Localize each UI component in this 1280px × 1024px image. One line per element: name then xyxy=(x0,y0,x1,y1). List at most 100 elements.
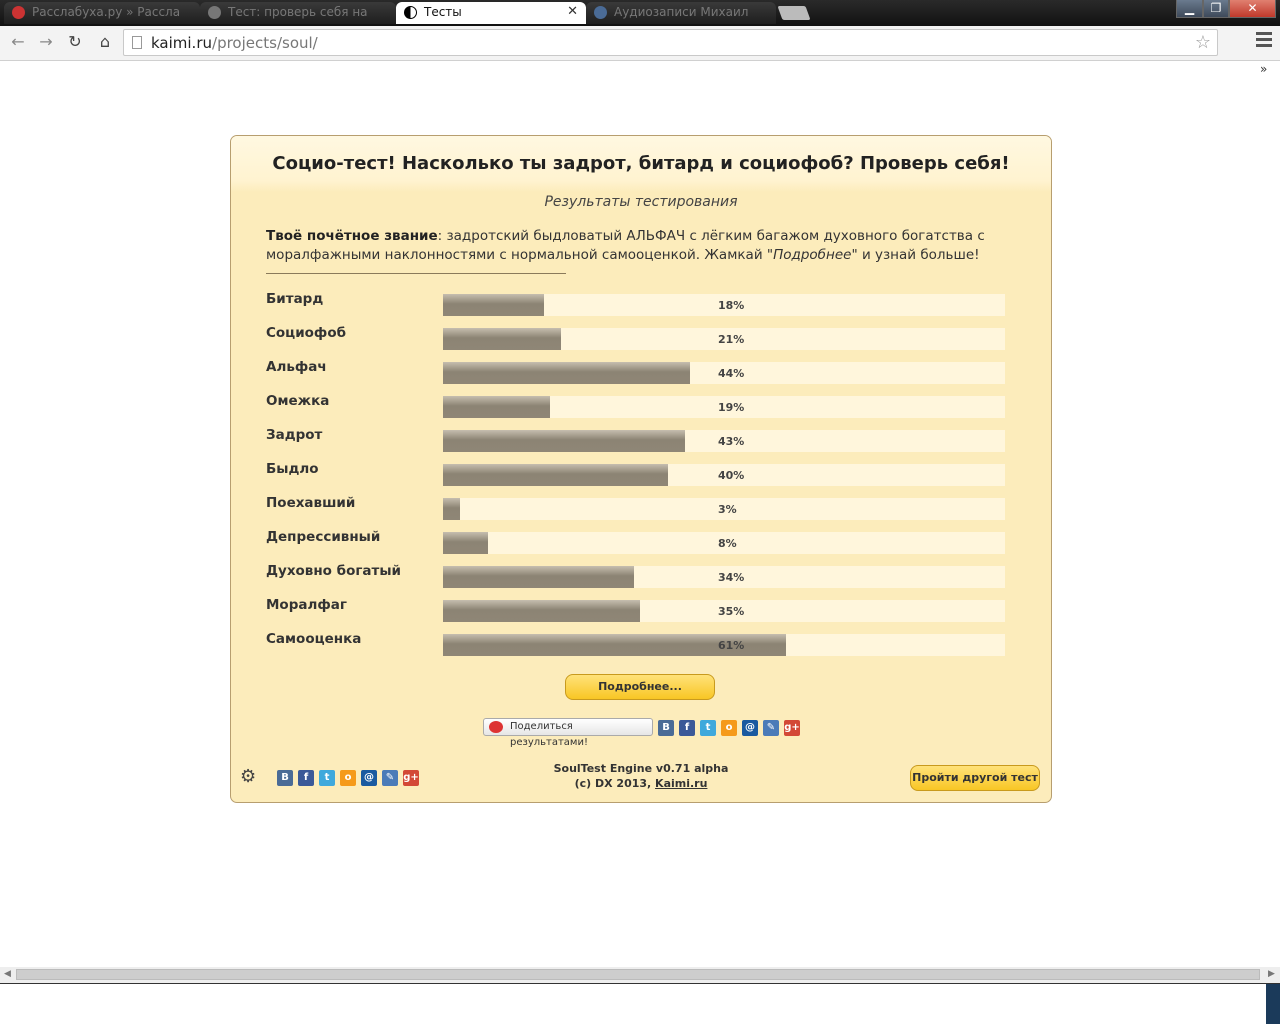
result-label: Духовно богатый xyxy=(266,563,402,579)
result-bar-track: 43% xyxy=(443,430,1005,452)
result-percent: 34% xyxy=(718,571,745,584)
twitter-icon[interactable]: t xyxy=(700,720,716,736)
restore-button[interactable]: ❐ xyxy=(1203,0,1229,18)
result-label: Социофоб xyxy=(266,325,347,341)
result-label: Моралфаг xyxy=(266,597,347,613)
taskbar-edge xyxy=(0,983,1280,984)
tab-audio[interactable]: Аудиозаписи Михаил xyxy=(586,2,776,24)
tab-label: Тест: проверь себя на xyxy=(228,5,368,19)
result-bar-fill xyxy=(443,328,561,350)
scroll-right-icon[interactable]: ▶ xyxy=(1268,969,1275,979)
result-percent: 44% xyxy=(718,367,745,380)
tab-favicon-icon xyxy=(12,6,25,19)
vkontakte-icon[interactable]: В xyxy=(658,720,674,736)
result-percent: 21% xyxy=(718,333,745,346)
more-button[interactable]: Подробнее... xyxy=(565,674,715,700)
result-bar-fill xyxy=(443,532,488,554)
result-bar-track: 18% xyxy=(443,294,1005,316)
result-bar-fill xyxy=(443,498,460,520)
forward-icon[interactable]: → xyxy=(34,30,58,54)
rank-label: Твоё почётное звание xyxy=(266,228,438,244)
result-row: Альфач 44% xyxy=(266,359,1006,384)
share-label: Поделиться результатами! xyxy=(510,721,588,748)
tab-rasslabukha[interactable]: Расслабуха.ру » Рассла xyxy=(4,2,200,24)
result-bar-fill xyxy=(443,396,550,418)
result-label: Депрессивный xyxy=(266,529,381,545)
tab-test-check[interactable]: Тест: проверь себя на xyxy=(200,2,396,24)
result-label: Битард xyxy=(266,291,324,307)
result-row: Духовно богатый 34% xyxy=(266,563,1006,588)
result-bar-fill xyxy=(443,464,668,486)
page-icon xyxy=(132,36,142,49)
back-icon[interactable]: ← xyxy=(6,30,30,54)
result-bar-fill xyxy=(443,566,634,588)
result-bar-fill xyxy=(443,600,640,622)
tab-label: Аудиозаписи Михаил xyxy=(614,5,749,19)
result-row: Задрот 43% xyxy=(266,427,1006,452)
result-percent: 61% xyxy=(718,639,745,652)
result-percent: 18% xyxy=(718,299,745,312)
address-bar[interactable]: kaimi.ru/projects/soul/ ☆ xyxy=(123,29,1218,56)
result-bar-fill xyxy=(443,430,685,452)
close-tab-icon[interactable]: ✕ xyxy=(567,4,578,19)
tab-tests[interactable]: Тесты ✕ xyxy=(396,2,586,24)
result-percent: 40% xyxy=(718,469,745,482)
result-label: Омежка xyxy=(266,393,330,409)
divider xyxy=(266,273,566,274)
rank-more-word: Подробнее xyxy=(773,247,852,263)
tab-strip: Расслабуха.ру » Рассла Тест: проверь себ… xyxy=(0,0,1280,26)
rank-tail: " и узнай больше! xyxy=(851,247,980,263)
result-row: Поехавший 3% xyxy=(266,495,1006,520)
kaimi-link[interactable]: Kaimi.ru xyxy=(655,777,707,790)
tab-label: Расслабуха.ру » Рассла xyxy=(32,5,181,19)
result-row: Моралфаг 35% xyxy=(266,597,1006,622)
result-row: Битард 18% xyxy=(266,291,1006,316)
result-label: Задрот xyxy=(266,427,323,443)
result-label: Альфач xyxy=(266,359,327,375)
result-percent: 3% xyxy=(718,503,737,516)
url-text: kaimi.ru/projects/soul/ xyxy=(151,34,318,52)
minimize-button[interactable]: ▁ xyxy=(1176,0,1203,18)
home-icon[interactable]: ⌂ xyxy=(93,30,117,54)
result-row: Омежка 19% xyxy=(266,393,1006,418)
result-percent: 8% xyxy=(718,537,737,550)
result-label: Быдло xyxy=(266,461,319,477)
result-row: Депрессивный 8% xyxy=(266,529,1006,554)
tab-favicon-icon xyxy=(208,6,221,19)
odnoklassniki-icon[interactable]: o xyxy=(721,720,737,736)
result-bar-track: 44% xyxy=(443,362,1005,384)
take-another-test-button[interactable]: Пройти другой тест xyxy=(910,765,1040,791)
result-bar-track: 35% xyxy=(443,600,1005,622)
rank-description: Твоё почётное звание: задротский быдлова… xyxy=(266,227,1026,265)
result-label: Самооценка xyxy=(266,631,362,647)
share-results-button[interactable]: Поделиться результатами! xyxy=(483,718,653,748)
result-bar-track: 21% xyxy=(443,328,1005,350)
reload-icon[interactable]: ↻ xyxy=(63,30,87,54)
tab-label: Тесты xyxy=(424,5,462,19)
result-bar-track: 3% xyxy=(443,498,1005,520)
results-subtitle: Результаты тестирования xyxy=(544,194,738,210)
close-window-button[interactable]: ✕ xyxy=(1229,0,1276,18)
scroll-left-icon[interactable]: ◀ xyxy=(4,969,11,979)
mailru-icon[interactable]: @ xyxy=(742,720,758,736)
menu-icon[interactable] xyxy=(1256,32,1272,50)
taskbar-corner xyxy=(1266,984,1280,1024)
bookmark-star-icon[interactable]: ☆ xyxy=(1195,32,1211,53)
new-tab-button[interactable] xyxy=(777,6,811,20)
bookmarks-overflow-icon[interactable]: » xyxy=(1260,62,1267,76)
result-bar-track: 8% xyxy=(443,532,1005,554)
result-bar-track: 19% xyxy=(443,396,1005,418)
result-label: Поехавший xyxy=(266,495,356,511)
livejournal-icon[interactable]: ✎ xyxy=(763,720,779,736)
result-row: Самооценка 61% xyxy=(266,631,1006,656)
scrollbar-thumb[interactable] xyxy=(16,969,1260,980)
result-bar-fill xyxy=(443,362,690,384)
facebook-icon[interactable]: f xyxy=(679,720,695,736)
test-results-panel: Социо-тест! Насколько ты задрот, битард … xyxy=(230,135,1052,803)
panel-header: Социо-тест! Насколько ты задрот, битард … xyxy=(231,136,1051,192)
result-percent: 19% xyxy=(718,401,745,414)
result-percent: 35% xyxy=(718,605,745,618)
result-row: Социофоб 21% xyxy=(266,325,1006,350)
horizontal-scrollbar[interactable]: ◀ ▶ xyxy=(0,967,1280,983)
googleplus-icon[interactable]: g+ xyxy=(784,720,800,736)
